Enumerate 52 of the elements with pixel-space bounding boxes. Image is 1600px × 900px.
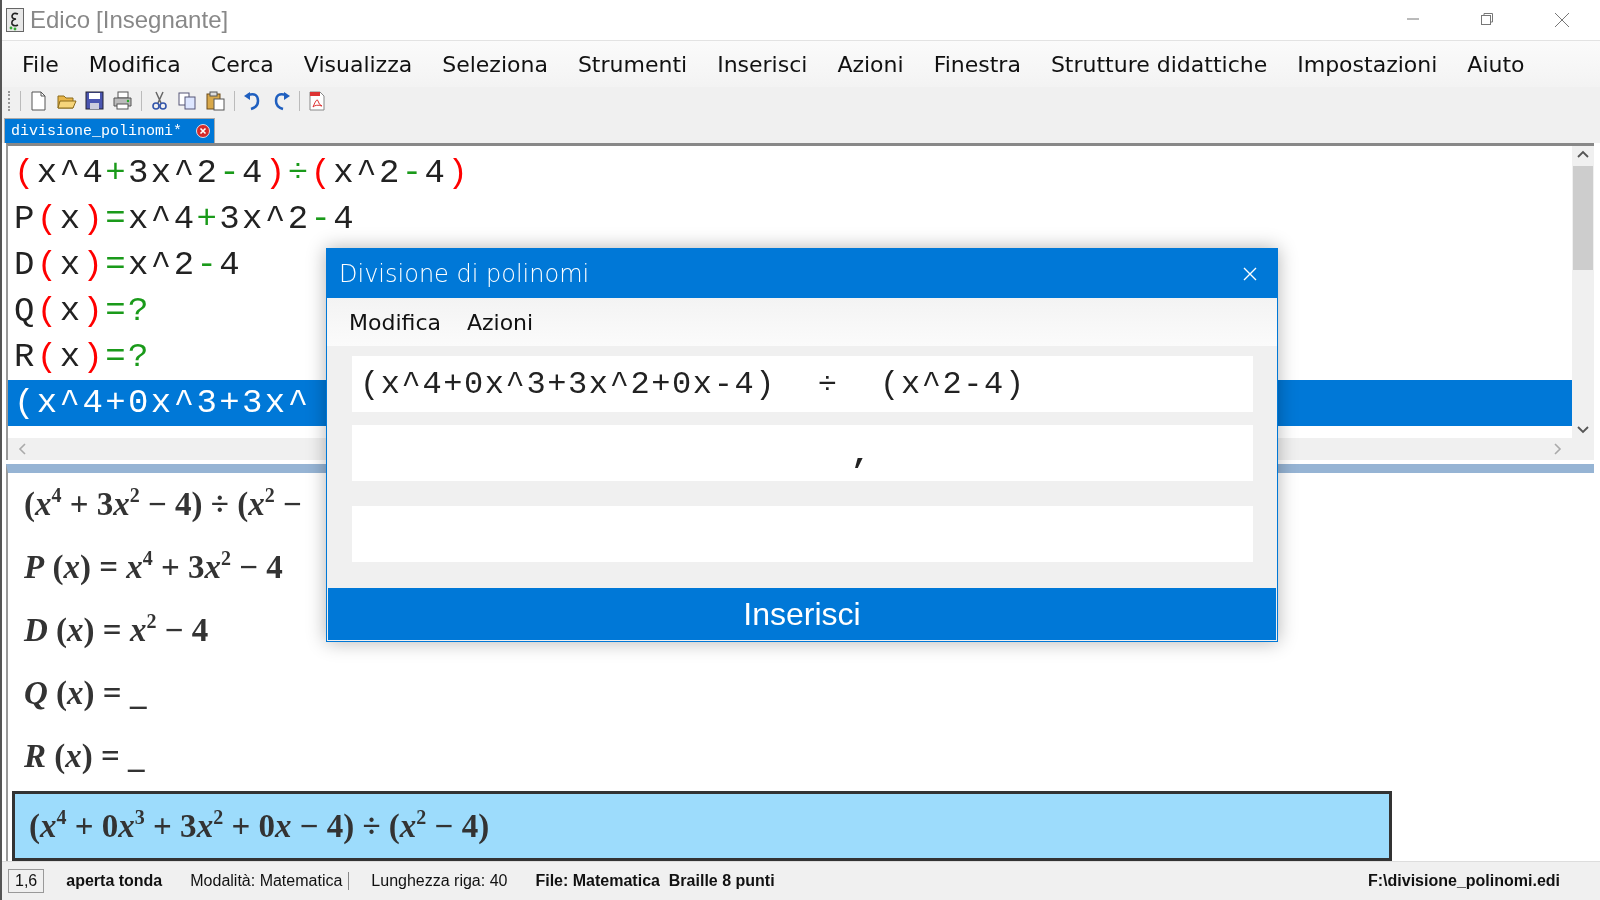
math-formula: (x$^{4}$ + 3x$^{2}$ − 4) ÷ (x$^{2}$ − [23, 483, 302, 524]
menu-item[interactable]: Seleziona [442, 51, 548, 77]
menu-item[interactable]: Strutture didattiche [1050, 51, 1268, 77]
math-formula: Q (x) = _ [23, 674, 147, 713]
cursor-position: 1,6 [8, 869, 45, 893]
menu-item[interactable]: Modifica [88, 51, 181, 77]
input-field[interactable]: , [352, 425, 1253, 481]
window-title: Edico [30, 6, 91, 34]
dialog-title: Divisione di polinomi [339, 259, 590, 288]
close-icon[interactable] [1554, 12, 1570, 28]
scrollbar-thumb[interactable] [1573, 166, 1593, 270]
new-file-icon[interactable] [29, 91, 49, 111]
paste-icon[interactable] [206, 91, 226, 111]
copy-icon[interactable] [178, 91, 198, 111]
file-path: F:\divisione_polinomi.edi [1368, 872, 1560, 890]
cut-icon[interactable] [150, 91, 170, 111]
menu-item[interactable]: Azioni [837, 51, 904, 77]
menu-item[interactable]: Azioni [466, 309, 534, 335]
app-icon [6, 8, 24, 32]
menu-item[interactable]: Aiuto [1467, 51, 1525, 77]
menu-item[interactable]: Impostazioni [1297, 51, 1438, 77]
window-role: [Insegnante] [96, 6, 229, 34]
scroll-down-icon[interactable] [1577, 426, 1589, 434]
menu-item[interactable]: Finestra [933, 51, 1021, 77]
menu-item[interactable]: Cerca [210, 51, 274, 77]
code-line: R(x)=? [13, 337, 151, 378]
scroll-up-icon[interactable] [1577, 150, 1589, 158]
status-text: File: Matematica Braille 8 punti [535, 872, 775, 890]
math-formula: R (x) = _ [23, 737, 145, 776]
math-formula: D (x) = x$^{2}$ − 4 [23, 609, 209, 650]
code-line: (x^4+0x^3+3x^ [13, 383, 311, 424]
menu-item[interactable]: Visualizza [303, 51, 413, 77]
math-formula: P (x) = x$^{4}$ + 3x$^{2}$ − 4 [23, 546, 283, 587]
menu-item[interactable]: Strumenti [577, 51, 688, 77]
math-formula: (x$^{4}$ + 0x$^{3}$ + 3x$^{2}$ + 0x − 4) ÷ (x$^{2}$ − 4) [12, 791, 1392, 861]
status-text: Modalità: Matematica [190, 872, 350, 890]
document-tab[interactable]: divisione_polinomi* [4, 118, 216, 143]
status-text: aperta tonda [66, 872, 163, 890]
code-line: D(x)=x^2-4 [13, 245, 243, 286]
print-icon[interactable] [113, 91, 133, 111]
code-line: (x^4+3x^2-4)÷(x^2-4) [13, 153, 471, 194]
restore-icon[interactable] [1480, 12, 1494, 26]
pdf-icon[interactable] [308, 91, 328, 111]
menu-item[interactable]: Inserisci [717, 51, 808, 77]
code-line: P(x)=x^4+3x^2-4 [13, 199, 357, 240]
menu-item[interactable]: Modifica [349, 309, 441, 335]
input-field[interactable]: (x^4+0x^3+3x^2+0x-4) ÷ (x^2-4) [352, 356, 1253, 412]
menu-item[interactable]: File [22, 51, 59, 77]
code-line: Q(x)=? [13, 291, 151, 332]
status-text: Lunghezza riga: 40 [371, 872, 508, 890]
save-icon[interactable] [85, 91, 105, 111]
insert-button[interactable]: Inserisci [328, 588, 1276, 640]
